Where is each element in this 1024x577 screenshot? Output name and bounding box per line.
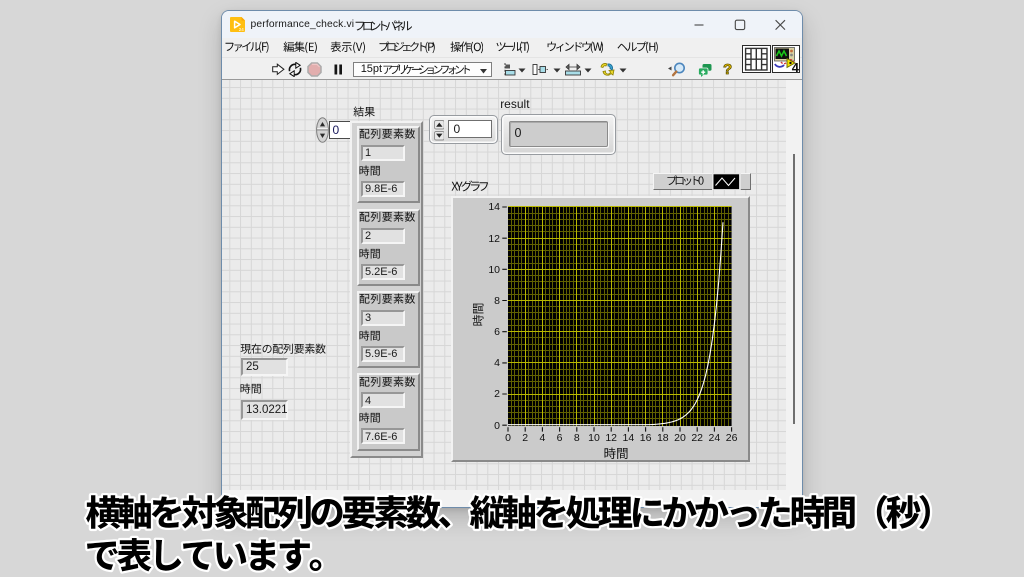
svg-text:24: 24 bbox=[239, 27, 245, 32]
svg-text:4: 4 bbox=[792, 60, 800, 73]
